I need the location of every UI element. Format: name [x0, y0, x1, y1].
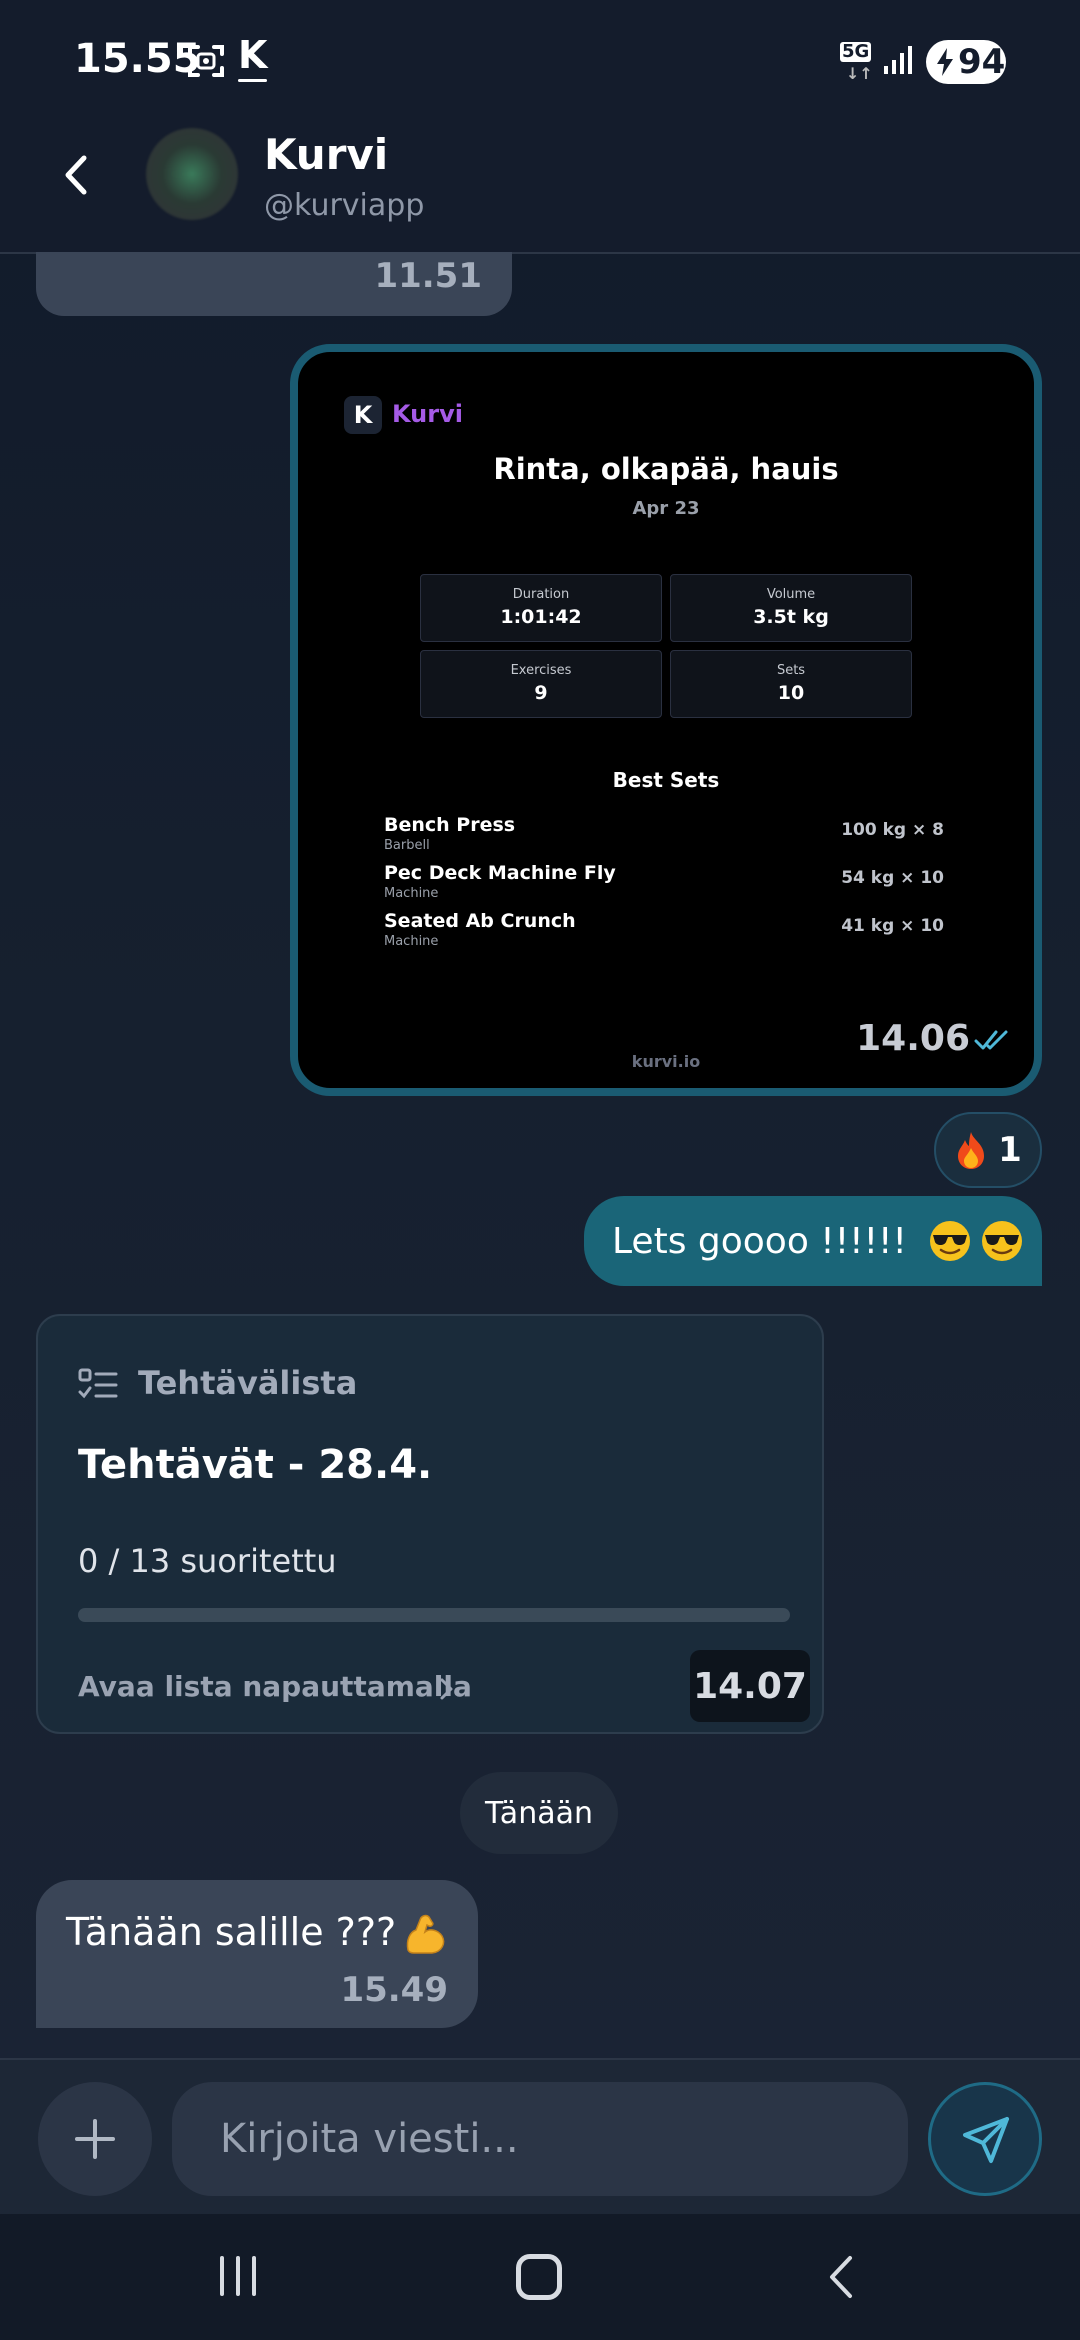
message-text: Lets goooo !!!!!! — [612, 1220, 907, 1262]
screenshot-icon — [188, 45, 224, 77]
status-time: 15.55 — [74, 36, 201, 82]
task-list-card[interactable]: Tehtävälista Tehtävät - 28.4. 0 / 13 suo… — [36, 1314, 824, 1734]
network-arrows: ↓↑ — [846, 64, 873, 83]
set-value: 54 kg × 10 — [841, 868, 944, 888]
date-separator: Tänään — [460, 1772, 618, 1854]
smiling-face-with-sunglasses-icon — [929, 1221, 970, 1261]
stat-label: Volume — [766, 587, 816, 602]
task-list-kind: Tehtävälista — [138, 1364, 358, 1402]
stat-label: Sets — [776, 663, 806, 678]
recent-apps-button[interactable] — [216, 2256, 260, 2296]
stat-value: 1:01:42 — [500, 606, 582, 628]
message-composer — [0, 2058, 1080, 2214]
reaction-pill[interactable]: 1 — [934, 1112, 1042, 1188]
message-time: 15.49 — [340, 1970, 448, 2010]
read-receipt-icon — [974, 1030, 1008, 1050]
network-5g-icon: 5G ↓↑ — [840, 41, 874, 83]
best-sets-heading: Best Sets — [612, 768, 720, 792]
set-value: 41 kg × 10 — [841, 916, 944, 936]
chevron-right-icon — [440, 1678, 453, 1700]
exercise-name: Seated Ab Crunch — [384, 910, 576, 932]
stat-sets: Sets 10 — [670, 650, 912, 718]
workout-date: Apr 23 — [632, 498, 700, 519]
chat-header: Kurvi @kurviapp — [0, 96, 1080, 254]
stat-value: 9 — [534, 682, 548, 704]
exercise-equipment: Machine — [384, 934, 439, 949]
workout-card: K Kurvi Rinta, olkapää, hauis Apr 23 Dur… — [298, 352, 1034, 1088]
battery-level: 94 — [958, 42, 1006, 82]
checklist-icon — [78, 1368, 118, 1399]
flexed-biceps-icon — [406, 1914, 445, 1954]
battery-indicator: 94 — [926, 40, 1006, 84]
home-button[interactable] — [516, 2254, 562, 2300]
message-time: 14.06 — [856, 1018, 970, 1059]
send-button[interactable] — [928, 2082, 1042, 2196]
add-attachment-button[interactable] — [38, 2082, 152, 2196]
best-set-row: Seated Ab Crunch Machine 41 kg × 10 — [384, 910, 944, 954]
message-input[interactable] — [172, 2082, 908, 2196]
chat-screen: 15.55 K 5G ↓↑ 94 Kurvi @kurviapp 11.51 K… — [0, 0, 1080, 2340]
stat-label: Exercises — [510, 663, 572, 678]
incoming-message-bubble[interactable]: Tänään salille ??? 15.49 — [36, 1880, 478, 2028]
stat-value: 3.5t kg — [753, 606, 829, 628]
send-icon — [963, 2117, 1009, 2163]
stat-label: Duration — [512, 587, 570, 602]
exercise-name: Pec Deck Machine Fly — [384, 862, 616, 884]
task-progress-text: 0 / 13 suoritettu — [78, 1542, 337, 1580]
avatar[interactable] — [146, 128, 238, 220]
signal-icon — [884, 46, 912, 74]
best-set-row: Pec Deck Machine Fly Machine 54 kg × 10 — [384, 862, 944, 906]
task-list-title: Tehtävät - 28.4. — [78, 1442, 433, 1488]
stat-value: 10 — [777, 682, 805, 704]
task-progress-bar — [78, 1608, 790, 1622]
fire-icon — [958, 1132, 985, 1169]
reaction-count: 1 — [998, 1130, 1022, 1170]
status-bar: 15.55 K 5G ↓↑ 94 — [0, 0, 1080, 96]
exercise-name: Bench Press — [384, 814, 516, 836]
exercise-equipment: Barbell — [384, 838, 430, 853]
contact-name[interactable]: Kurvi — [264, 130, 388, 179]
workout-title: Rinta, olkapää, hauis — [493, 452, 839, 486]
kurvi-logo-icon: K — [344, 396, 382, 434]
stat-duration: Duration 1:01:42 — [420, 574, 662, 642]
message-time: 14.07 — [690, 1650, 810, 1722]
network-label: 5G — [840, 41, 872, 62]
back-button[interactable] — [54, 150, 104, 200]
best-set-row: Bench Press Barbell 100 kg × 8 — [384, 814, 944, 858]
open-list-link[interactable]: Avaa lista napauttamalla — [78, 1670, 472, 1703]
set-value: 100 kg × 8 — [841, 820, 944, 840]
stat-exercises: Exercises 9 — [420, 650, 662, 718]
stat-volume: Volume 3.5t kg — [670, 574, 912, 642]
outgoing-message-bubble[interactable]: Lets goooo !!!!!! — [584, 1196, 1042, 1286]
message-text: Tänään salille ??? — [66, 1910, 397, 1954]
workout-summary-message[interactable]: K Kurvi Rinta, olkapää, hauis Apr 23 Dur… — [290, 344, 1042, 1096]
message-time: 11.51 — [374, 256, 482, 296]
exercise-equipment: Machine — [384, 886, 439, 901]
previous-message-bubble[interactable]: 11.51 — [36, 252, 512, 316]
contact-handle: @kurviapp — [264, 188, 425, 223]
smiling-face-with-sunglasses-icon — [981, 1221, 1022, 1261]
system-navigation-bar — [0, 2214, 1080, 2340]
brand-name: Kurvi — [392, 400, 463, 428]
plus-icon — [75, 2119, 115, 2159]
app-notification-icon: K — [238, 33, 268, 82]
system-back-button[interactable] — [826, 2254, 856, 2300]
charging-icon — [937, 48, 953, 76]
